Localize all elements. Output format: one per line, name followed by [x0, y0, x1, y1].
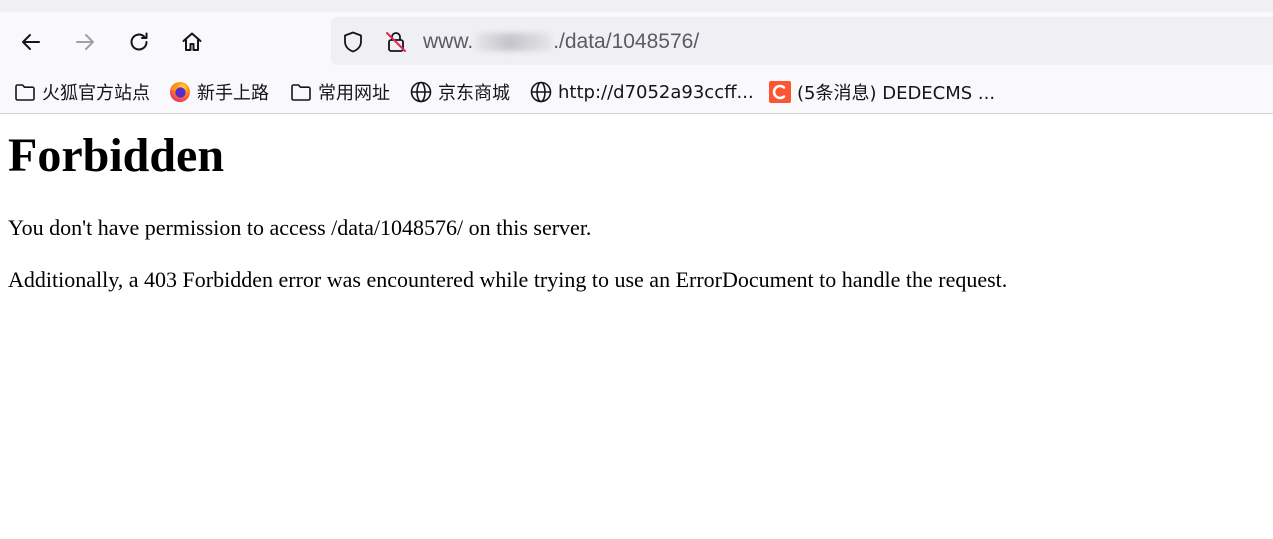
- bookmark-label: 新手上路: [197, 83, 269, 104]
- bookmark-folder-common[interactable]: 常用网址: [289, 79, 390, 105]
- csdn-icon: [768, 80, 792, 104]
- url-redacted-host: [474, 33, 553, 51]
- insecure-connection-lock-icon[interactable]: [383, 29, 409, 55]
- back-button[interactable]: [15, 26, 47, 58]
- tab-strip: [0, 0, 1273, 12]
- bookmark-getting-started[interactable]: 新手上路: [168, 79, 269, 105]
- url-text[interactable]: www. . /data/1048576/: [423, 27, 699, 57]
- bookmark-csdn-dedecms[interactable]: (5条消息) DEDECMS ...: [768, 79, 995, 105]
- navigation-toolbar: www. . /data/1048576/: [0, 12, 1273, 72]
- forward-button[interactable]: [69, 26, 101, 58]
- bookmarks-toolbar: 火狐官方站点 新手上路 常用网址 京东商城 http://d7052a93ccf…: [0, 72, 1273, 114]
- bookmark-label: http://d7052a93ccff...: [558, 81, 754, 103]
- bookmark-jd[interactable]: 京东商城: [409, 79, 510, 105]
- bookmark-label: 常用网址: [318, 83, 390, 104]
- forward-arrow-icon: [76, 34, 94, 50]
- tracking-protection-shield-icon[interactable]: [340, 29, 366, 55]
- home-icon: [182, 32, 202, 51]
- bookmark-label: 火狐官方站点: [42, 83, 150, 104]
- page-heading: Forbidden: [8, 129, 225, 182]
- folder-icon: [289, 80, 313, 104]
- bookmark-label: (5条消息) DEDECMS ...: [797, 83, 996, 104]
- url-path: /data/1048576/: [559, 30, 700, 53]
- back-arrow-icon: [22, 34, 40, 50]
- bookmark-http-link[interactable]: http://d7052a93ccff...: [529, 79, 754, 105]
- home-button[interactable]: [176, 26, 208, 58]
- reload-icon: [130, 32, 148, 51]
- firefox-icon: [168, 80, 192, 104]
- folder-icon: [13, 80, 37, 104]
- permission-message: You don't have permission to access /dat…: [8, 215, 592, 240]
- page-content: Forbidden You don't have permission to a…: [0, 114, 1273, 539]
- additional-error-message: Additionally, a 403 Forbidden error was …: [8, 267, 1008, 292]
- bookmark-folder-official[interactable]: 火狐官方站点: [13, 79, 150, 105]
- reload-button[interactable]: [123, 26, 155, 58]
- url-bar[interactable]: www. . /data/1048576/: [331, 17, 1273, 65]
- globe-icon: [409, 80, 433, 104]
- globe-icon: [529, 80, 553, 104]
- url-host-start: www.: [423, 30, 474, 53]
- bookmark-label: 京东商城: [438, 83, 510, 104]
